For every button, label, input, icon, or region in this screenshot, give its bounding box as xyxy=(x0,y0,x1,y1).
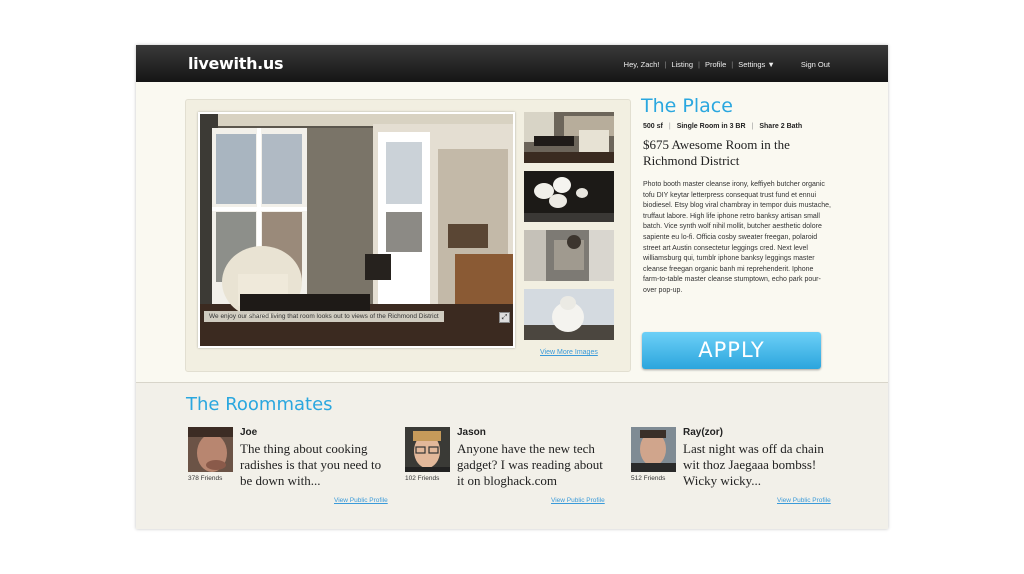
signout-link[interactable]: Sign Out xyxy=(801,60,830,69)
roommate-photo xyxy=(631,427,676,472)
nav-divider: | xyxy=(664,60,667,69)
spec-divider: | xyxy=(668,123,671,130)
view-public-profile-link[interactable]: View Public Profile xyxy=(551,497,605,504)
site-logo[interactable]: livewith.us xyxy=(188,54,284,73)
friends-count: 102 Friends xyxy=(405,475,440,482)
roommate-photo xyxy=(188,427,233,472)
spec-size: 500 sf xyxy=(643,123,663,130)
place-heading: The Place xyxy=(641,95,733,117)
thumbnail-image xyxy=(524,230,614,281)
listing-description: Photo booth master cleanse irony, keffiy… xyxy=(643,181,831,294)
gallery-thumbnail[interactable] xyxy=(524,230,614,281)
roommate-photo xyxy=(405,427,450,472)
gallery-thumbnail[interactable] xyxy=(524,112,614,163)
avatar[interactable] xyxy=(405,427,450,472)
listing-section: We enjoy our shared living that room loo… xyxy=(136,82,888,383)
apply-button[interactable]: APPLY xyxy=(642,332,821,369)
nav-divider: | xyxy=(698,60,700,69)
nav-listing[interactable]: Listing xyxy=(671,60,693,69)
avatar[interactable] xyxy=(631,427,676,472)
photo-caption: We enjoy our shared living that room loo… xyxy=(204,311,444,322)
nav-divider: | xyxy=(731,60,734,69)
greeting-link[interactable]: Hey, Zach! xyxy=(624,60,660,69)
nav-settings-dropdown[interactable]: Settings ▼ xyxy=(738,60,775,69)
view-public-profile-link[interactable]: View Public Profile xyxy=(777,497,831,504)
view-public-profile-link[interactable]: View Public Profile xyxy=(334,497,388,504)
photo-gallery: We enjoy our shared living that room loo… xyxy=(185,99,631,372)
app-frame: livewith.us Hey, Zach! | Listing | Profi… xyxy=(136,45,888,529)
roommate-status: Last night was off da chain wit thoz Jae… xyxy=(683,441,824,488)
listing-title: $675 Awesome Room in the Richmond Distri… xyxy=(643,137,790,168)
roommate-name: Joe xyxy=(240,427,258,438)
thumbnail-image xyxy=(524,112,614,163)
roommate-status: The thing about cooking radishes is that… xyxy=(240,441,382,488)
friends-count: 512 Friends xyxy=(631,475,666,482)
spec-bath: Share 2 Bath xyxy=(759,123,803,130)
main-photo[interactable]: We enjoy our shared living that room loo… xyxy=(198,112,515,348)
spec-room: Single Room in 3 BR xyxy=(676,123,746,130)
expand-icon[interactable]: ⤢ xyxy=(499,312,510,323)
gallery-thumbnail[interactable] xyxy=(524,171,614,222)
roommate-name: Jason xyxy=(457,427,486,438)
thumbnail-image xyxy=(524,171,614,222)
user-nav: Hey, Zach! | Listing | Profile | Setting… xyxy=(624,60,830,69)
roommates-heading: The Roommates xyxy=(186,394,333,415)
nav-profile[interactable]: Profile xyxy=(705,60,726,69)
avatar[interactable] xyxy=(188,427,233,472)
roommate-status: Anyone have the new tech gadget? I was r… xyxy=(457,441,603,488)
thumbnail-image xyxy=(524,289,614,340)
listing-specs: 500 sf | Single Room in 3 BR | Share 2 Bath xyxy=(643,123,802,130)
top-navbar: livewith.us Hey, Zach! | Listing | Profi… xyxy=(136,45,888,82)
gallery-thumbnail[interactable] xyxy=(524,289,614,340)
spec-divider: | xyxy=(751,123,754,130)
view-more-images-link[interactable]: View More Images xyxy=(540,349,598,356)
roommate-name: Ray(zor) xyxy=(683,427,724,438)
friends-count: 378 Friends xyxy=(188,475,223,482)
